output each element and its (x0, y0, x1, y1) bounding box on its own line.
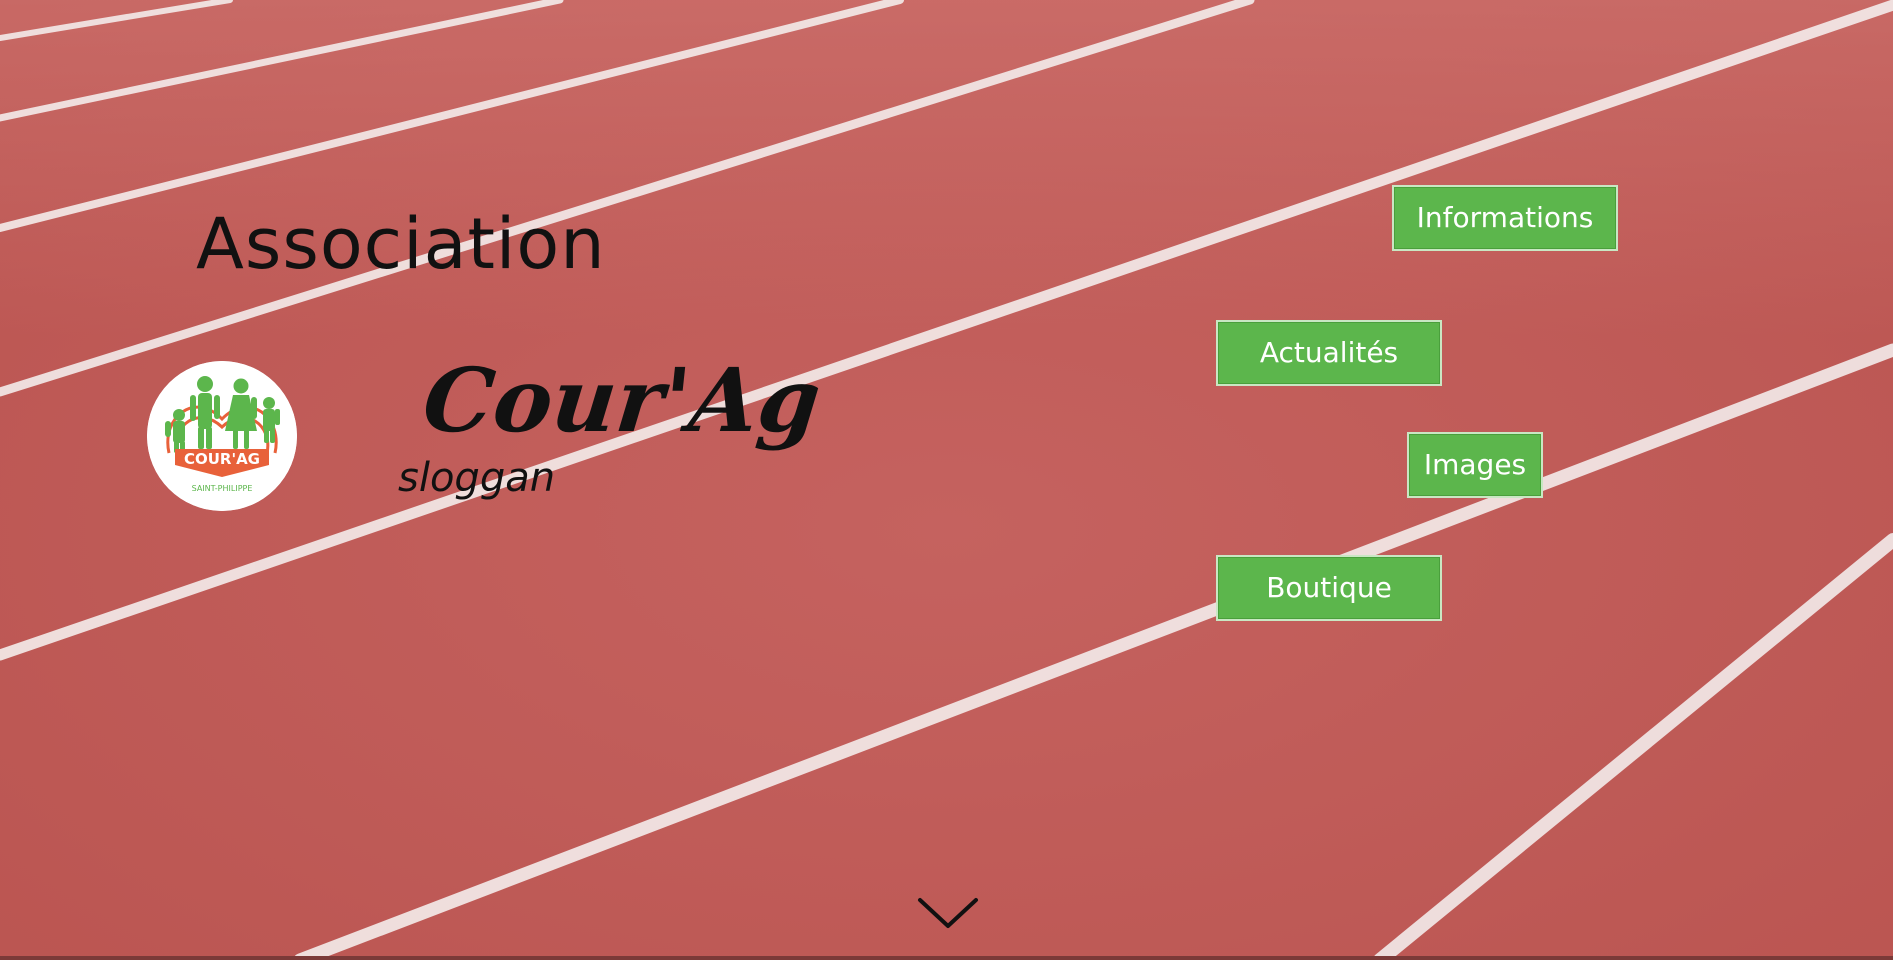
logo-text: COUR'AG (184, 450, 260, 468)
bottom-edge (0, 956, 1893, 960)
running-track-background (0, 0, 1893, 960)
page-title: Association (196, 203, 606, 285)
brand-name: Cour'Ag (418, 348, 826, 452)
chevron-down-icon (918, 898, 978, 928)
nav-button-actualites[interactable]: Actualités (1216, 320, 1442, 386)
hero-section: Association COUR'AG SAINT-PHILIPPE Cour'… (0, 0, 1893, 960)
nav-button-informations[interactable]: Informations (1392, 185, 1618, 251)
scroll-down-button[interactable] (916, 896, 980, 932)
nav-button-images[interactable]: Images (1407, 432, 1543, 498)
slogan: sloggan (398, 455, 556, 501)
logo-subtext: SAINT-PHILIPPE (192, 484, 253, 493)
nav-button-boutique[interactable]: Boutique (1216, 555, 1442, 621)
association-logo: COUR'AG SAINT-PHILIPPE (147, 361, 297, 511)
